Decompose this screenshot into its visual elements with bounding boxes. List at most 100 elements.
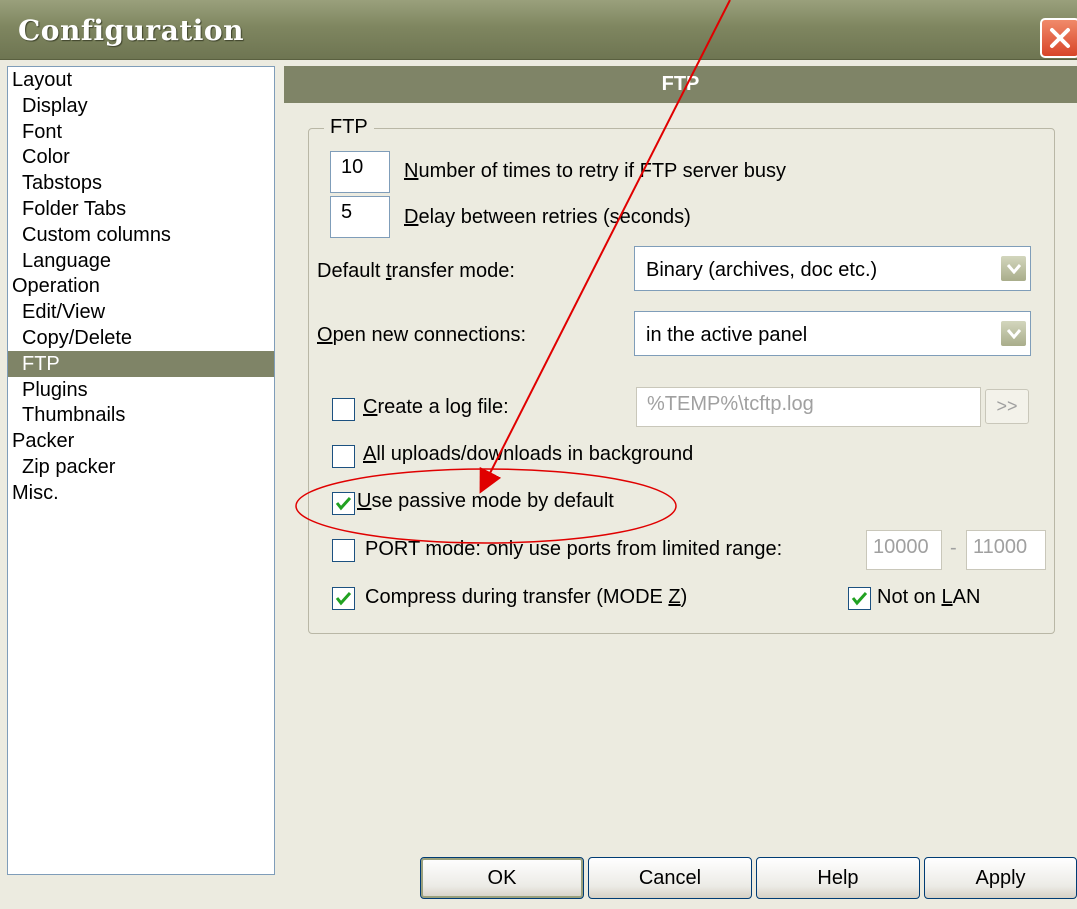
tree-item[interactable]: Font xyxy=(8,119,274,145)
checkmark-icon xyxy=(335,591,352,606)
transfer-mode-dropdown[interactable]: Binary (archives, doc etc.) xyxy=(634,246,1031,291)
delay-label-accel: D xyxy=(404,206,419,228)
tree-item[interactable]: Thumbnails xyxy=(8,402,274,428)
log-file-browse-button[interactable]: >> xyxy=(985,389,1029,424)
open-connections-dropdown[interactable]: in the active panel xyxy=(634,311,1031,356)
tree-item[interactable]: Zip packer xyxy=(8,454,274,480)
passive-mode-checkbox[interactable] xyxy=(332,492,355,515)
tree-item-label: Color xyxy=(22,146,70,169)
ftp-group-label: FTP xyxy=(324,116,374,139)
port-range-from-input[interactable]: 10000 xyxy=(866,530,942,570)
compress-label-post: ) xyxy=(680,586,688,608)
settings-tree[interactable]: Layout Display Font Color Tabstops Folder Tab… xyxy=(7,66,275,875)
tree-item[interactable]: Display xyxy=(8,93,274,119)
tree-item-label: Folder Tabs xyxy=(22,198,127,220)
port-mode-label[interactable]: PORT mode: only use ports from limited r… xyxy=(365,538,782,561)
checkmark-icon xyxy=(335,496,352,511)
retry-delay-value: 5 xyxy=(341,201,353,223)
chevron-down-icon xyxy=(1007,264,1021,274)
port-range-to-input[interactable]: 11000 xyxy=(966,530,1046,570)
tree-item[interactable]: Misc. xyxy=(8,480,274,506)
open-connections-dropdown-button[interactable] xyxy=(1000,320,1027,347)
tree-item[interactable]: Custom columns xyxy=(8,222,274,248)
tree-item-label: Language xyxy=(22,249,111,272)
tree-item-label: Plugins xyxy=(22,378,88,401)
tree-item-label: Layout xyxy=(12,69,73,91)
log-file-path-value: %TEMP%\tcftp.log xyxy=(647,393,814,415)
transfer-mode-value: Binary (archives, doc etc.) xyxy=(646,259,878,281)
log-file-path-input[interactable]: %TEMP%\tcftp.log xyxy=(636,387,981,427)
tree-item-label: Copy/Delete xyxy=(22,327,133,349)
tree-item-label: Misc. xyxy=(12,481,59,504)
checkmark-icon xyxy=(851,591,868,606)
compress-accel: Z xyxy=(668,586,681,608)
not-on-lan-label-text: AN xyxy=(952,586,981,608)
log-file-checkbox[interactable] xyxy=(332,398,355,421)
delay-label-text: elay between retries (seconds) xyxy=(418,206,691,228)
close-icon xyxy=(1050,28,1070,48)
tree-item-label: Tabstops xyxy=(22,172,103,195)
background-transfer-checkbox[interactable] xyxy=(332,445,355,468)
ok-button[interactable]: OK xyxy=(420,857,584,899)
tree-item[interactable]: Edit/View xyxy=(8,299,274,325)
tree-item-label: Thumbnails xyxy=(22,404,126,427)
retry-count-label: Number of times to retry if FTP server b… xyxy=(404,160,786,183)
tree-item-label: Packer xyxy=(12,430,75,453)
not-on-lan-label[interactable]: Not on LAN xyxy=(877,586,980,609)
tree-item[interactable]: Tabstops xyxy=(8,170,274,196)
window-title: Configuration xyxy=(18,14,244,47)
tree-item[interactable]: Language xyxy=(8,248,274,274)
tree-item[interactable]: FTP xyxy=(8,350,274,377)
close-button[interactable] xyxy=(1040,18,1077,58)
tree-item-label: Display xyxy=(22,94,88,117)
tree-item[interactable]: Color xyxy=(8,144,274,170)
tree-item[interactable]: Plugins xyxy=(8,377,274,403)
transfer-mode-label-pre: Default xyxy=(317,260,386,282)
retry-count-input[interactable]: 10 xyxy=(330,151,390,193)
not-on-lan-label-pre: Not on xyxy=(877,586,942,608)
tree-item[interactable]: Operation xyxy=(8,273,274,299)
compress-checkbox[interactable] xyxy=(332,587,355,610)
tree-item-label: Font xyxy=(22,120,63,143)
cancel-button[interactable]: Cancel xyxy=(588,857,752,899)
compress-label[interactable]: Compress during transfer (MODE Z) xyxy=(365,586,687,609)
retry-delay-label: Delay between retries (seconds) xyxy=(404,206,691,229)
tree-item[interactable]: Layout xyxy=(8,67,274,93)
port-range-separator: - xyxy=(950,537,957,559)
transfer-mode-dropdown-button[interactable] xyxy=(1000,255,1027,282)
passive-mode-label[interactable]: Use passive mode by default xyxy=(357,490,614,513)
port-from-value: 10000 xyxy=(873,536,929,558)
tree-item-label: Zip packer xyxy=(22,456,116,478)
open-connections-label-text: pen new connections: xyxy=(332,324,527,346)
background-label-text: ll uploads/downloads in background xyxy=(376,443,694,465)
background-transfer-label[interactable]: All uploads/downloads in background xyxy=(363,443,693,466)
not-on-lan-accel: L xyxy=(941,586,953,608)
log-file-label[interactable]: Create a log file: xyxy=(363,396,509,419)
port-mode-checkbox[interactable] xyxy=(332,539,355,562)
log-file-label-text: reate a log file: xyxy=(377,396,509,418)
open-connections-accel: O xyxy=(317,324,333,346)
background-accel: A xyxy=(363,443,377,465)
tree-item[interactable]: Folder Tabs xyxy=(8,196,274,222)
open-connections-value: in the active panel xyxy=(646,324,808,346)
open-connections-label: Open new connections: xyxy=(317,324,526,347)
not-on-lan-checkbox[interactable] xyxy=(848,587,871,610)
retry-count-value: 10 xyxy=(341,156,364,178)
title-bar[interactable]: Configuration xyxy=(0,0,1077,60)
compress-label-pre: Compress during transfer (MODE xyxy=(365,586,669,608)
tree-item-label: FTP xyxy=(22,352,60,375)
tree-item-label: Custom columns xyxy=(22,223,171,246)
panel-header-title: FTP xyxy=(661,73,700,95)
tree-item[interactable]: Copy/Delete xyxy=(8,325,274,351)
passive-label-text: se passive mode by default xyxy=(371,490,614,512)
help-button[interactable]: Help xyxy=(756,857,920,899)
log-file-accel: C xyxy=(363,396,378,418)
passive-accel: U xyxy=(357,490,372,512)
retry-label-text: umber of times to retry if FTP server bu… xyxy=(418,160,786,182)
configuration-dialog: Configuration Layout Display Font Color Tabs… xyxy=(0,0,1077,909)
tree-item[interactable]: Packer xyxy=(8,428,274,454)
retry-delay-input[interactable]: 5 xyxy=(330,196,390,238)
tree-item-label: Operation xyxy=(12,275,100,298)
chevron-down-icon xyxy=(1007,329,1021,339)
apply-button[interactable]: Apply xyxy=(924,857,1077,899)
